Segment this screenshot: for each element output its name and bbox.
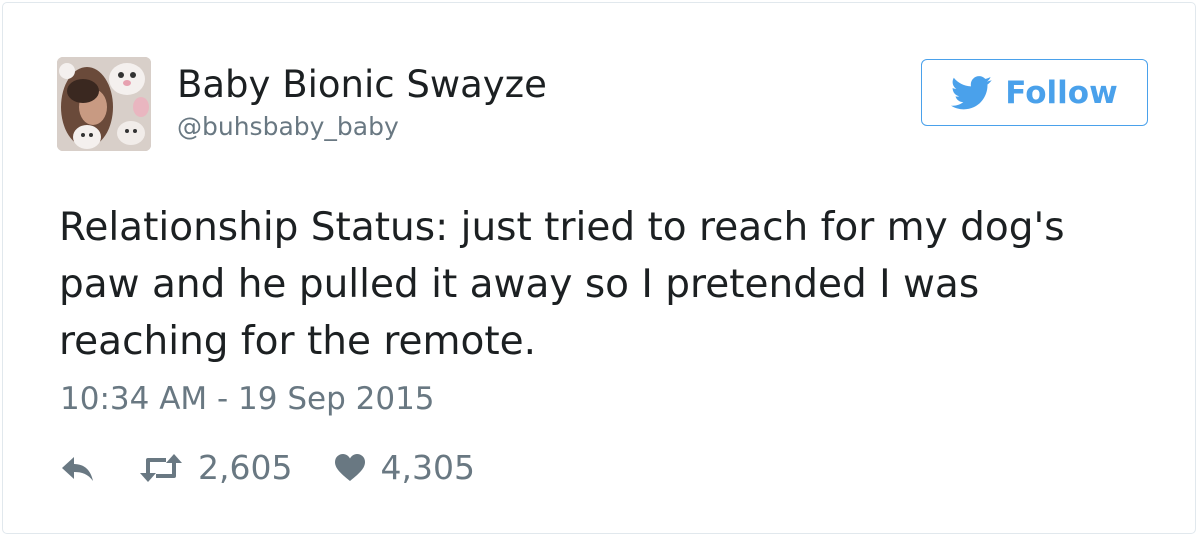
tweet-timestamp[interactable]: 10:34 AM - 19 Sep 2015	[60, 379, 435, 419]
follow-label: Follow	[1005, 74, 1118, 111]
avatar-image	[57, 57, 151, 151]
like-count: 4,305	[380, 448, 475, 487]
avatar[interactable]	[57, 57, 151, 151]
user-handle[interactable]: @buhsbaby_baby	[177, 111, 399, 143]
tweet-text-line: paw and he pulled it away so I pretended…	[59, 262, 980, 307]
tweet-card: Baby Bionic Swayze @buhsbaby_baby Follow…	[2, 2, 1196, 534]
tweet-actions: 2,605 4,305	[60, 448, 475, 488]
retweet-button[interactable]: 2,605	[138, 448, 292, 488]
tweet-text-line: Relationship Status: just tried to reach…	[59, 205, 1065, 250]
like-button[interactable]: 4,305	[334, 448, 475, 488]
reply-button[interactable]	[60, 453, 96, 483]
heart-icon	[335, 454, 366, 481]
reply-icon	[62, 457, 93, 481]
follow-button[interactable]: Follow	[921, 59, 1148, 126]
display-name[interactable]: Baby Bionic Swayze	[177, 63, 547, 107]
twitter-bird-icon	[951, 75, 993, 109]
retweet-count: 2,605	[198, 448, 293, 487]
tweet-text: Relationship Status: just tried to reach…	[59, 199, 1159, 370]
tweet-text-line: reaching for the remote.	[59, 319, 537, 364]
retweet-icon	[140, 454, 182, 482]
